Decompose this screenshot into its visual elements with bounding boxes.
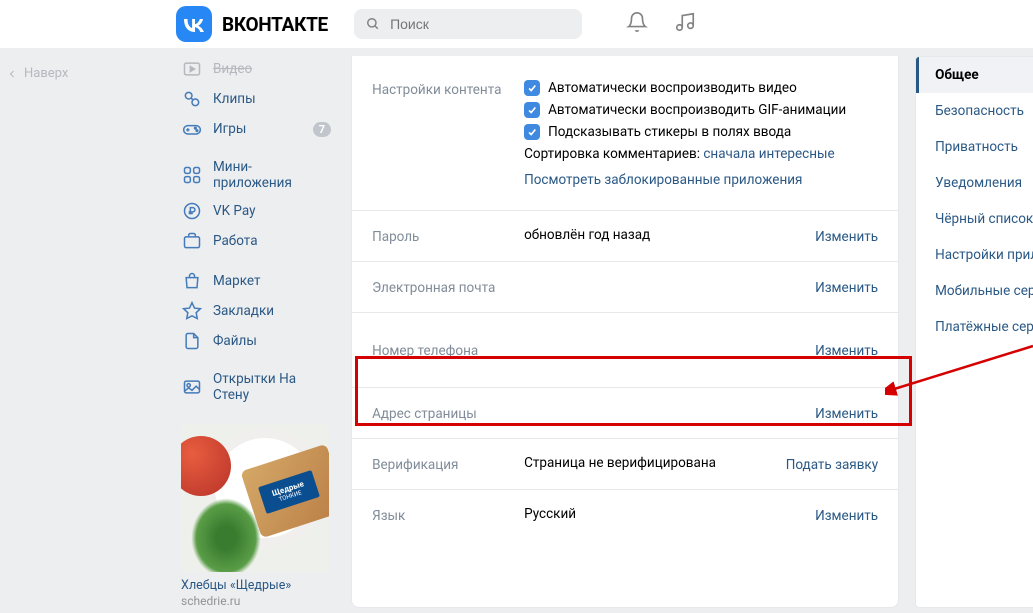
setting-label: Электронная почта <box>372 278 524 296</box>
video-icon <box>182 59 202 79</box>
star-icon <box>182 301 202 321</box>
clips-icon <box>182 89 202 109</box>
checkbox-icon <box>524 124 540 140</box>
nav-blacklist[interactable]: Чёрный список <box>916 201 1033 237</box>
brand-name: ВКОНТАКТЕ <box>222 13 328 36</box>
file-icon <box>182 331 202 351</box>
checkbox-label: Автоматически воспроизводить видео <box>548 80 797 96</box>
sidebar-item-vkpay[interactable]: VK Pay <box>176 196 335 226</box>
ad-block[interactable]: Щедрые ТОНКИЕ Хлебцы «Щедрые» schedrie.r… <box>176 424 335 608</box>
checkbox-icon <box>524 102 540 118</box>
sidebar-item-bookmarks[interactable]: Закладки <box>176 296 335 326</box>
setting-value: Русский <box>524 506 815 522</box>
sidebar-item-miniapps[interactable]: Мини-приложения <box>176 154 335 196</box>
sidebar-item-label: Видео <box>213 61 252 77</box>
checkbox-autoplay-gif[interactable]: Автоматически воспроизводить GIF-анимаци… <box>524 102 878 118</box>
setting-value: обновлён год назад <box>524 227 815 243</box>
nav-privacy[interactable]: Приватность <box>916 129 1033 165</box>
checkbox-label: Подсказывать стикеры в полях ввода <box>548 124 791 140</box>
setting-email: Электронная почта Изменить <box>352 261 898 312</box>
ad-title: Хлебцы «Щедрые» <box>181 578 330 593</box>
checkbox-sticker-hints[interactable]: Подсказывать стикеры в полях ввода <box>524 124 878 140</box>
setting-label: Настройки контента <box>372 80 524 98</box>
setting-address: Адрес страницы Изменить <box>352 387 898 438</box>
blocked-apps-link[interactable]: Посмотреть заблокированные приложения <box>524 172 802 188</box>
setting-label: Пароль <box>372 227 524 245</box>
sidebar-item-label: Файлы <box>213 333 257 349</box>
apply-link[interactable]: Подать заявку <box>786 455 878 473</box>
change-link[interactable]: Изменить <box>815 404 878 422</box>
change-link[interactable]: Изменить <box>815 341 878 359</box>
sidebar-item-label: Работа <box>213 233 258 249</box>
setting-label: Язык <box>372 506 524 524</box>
sidebar-item-label: Клипы <box>213 91 256 107</box>
sidebar-item-label: VK Pay <box>213 203 256 219</box>
back-to-top[interactable]: Наверх <box>6 66 68 81</box>
grid-icon <box>182 165 202 185</box>
nav-mobile-services[interactable]: Мобильные сервисы <box>916 273 1033 309</box>
setting-verification: Верификация Страница не верифицирована П… <box>352 438 898 489</box>
header: ВКОНТАКТЕ <box>0 0 1033 48</box>
nav-security[interactable]: Безопасность <box>916 93 1033 129</box>
gamepad-icon <box>182 119 202 139</box>
bell-icon[interactable] <box>626 11 648 37</box>
sidebar-item-video[interactable]: Видео <box>176 54 335 84</box>
settings-panel: Настройки контента Автоматически воспрои… <box>351 56 899 608</box>
sidebar-item-label: Открытки На Стену <box>213 371 329 403</box>
change-link[interactable]: Изменить <box>815 506 878 524</box>
nav-notifications[interactable]: Уведомления <box>916 165 1033 201</box>
nav-payment-services[interactable]: Платёжные сервисы <box>916 309 1033 345</box>
change-link[interactable]: Изменить <box>815 278 878 296</box>
search-input[interactable] <box>390 16 570 32</box>
settings-nav: Общее Безопасность Приватность Уведомлен… <box>915 56 1033 608</box>
setting-phone: Номер телефона Изменить <box>352 312 898 387</box>
vk-logo-icon <box>176 6 212 42</box>
logo[interactable]: ВКОНТАКТЕ <box>176 6 328 42</box>
sidebar-item-label: Маркет <box>213 273 260 289</box>
sidebar-item-clips[interactable]: Клипы <box>176 84 335 114</box>
briefcase-icon <box>182 231 202 251</box>
sidebar-item-files[interactable]: Файлы <box>176 326 335 356</box>
ruble-icon <box>182 201 202 221</box>
bag-icon <box>182 271 202 291</box>
badge: 7 <box>313 122 331 137</box>
ad-image: Щедрые ТОНКИЕ <box>181 424 329 572</box>
sort-value-link[interactable]: сначала интересные <box>703 146 834 162</box>
sort-label: Сортировка комментариев: <box>524 146 700 162</box>
card-icon <box>182 377 202 397</box>
sidebar-item-games[interactable]: Игры 7 <box>176 114 335 144</box>
setting-label: Верификация <box>372 455 524 473</box>
sidebar-item-postcards[interactable]: Открытки На Стену <box>176 366 335 408</box>
checkbox-label: Автоматически воспроизводить GIF-анимаци… <box>548 102 846 118</box>
setting-label: Номер телефона <box>372 341 524 359</box>
setting-label: Адрес страницы <box>372 404 524 422</box>
setting-value: Страница не верифицирована <box>524 455 786 471</box>
nav-app-settings[interactable]: Настройки приложений <box>916 237 1033 273</box>
left-sidebar: Видео Клипы Игры 7 Мини-приложения VK Pa… <box>176 48 335 608</box>
search-icon <box>366 16 380 32</box>
checkbox-icon <box>524 80 540 96</box>
sidebar-item-label: Мини-приложения <box>213 159 329 191</box>
setting-content: Настройки контента Автоматически воспрои… <box>352 56 898 210</box>
back-to-top-label: Наверх <box>24 66 68 81</box>
search-box[interactable] <box>354 9 582 39</box>
change-link[interactable]: Изменить <box>815 227 878 245</box>
setting-language: Язык Русский Изменить <box>352 489 898 540</box>
sidebar-item-label: Закладки <box>213 303 274 319</box>
setting-password: Пароль обновлён год назад Изменить <box>352 210 898 261</box>
sidebar-item-jobs[interactable]: Работа <box>176 226 335 256</box>
sidebar-item-label: Игры <box>213 121 246 137</box>
music-icon[interactable] <box>674 11 696 37</box>
sidebar-item-market[interactable]: Маркет <box>176 266 335 296</box>
header-actions <box>626 11 696 37</box>
ad-domain: schedrie.ru <box>181 594 330 608</box>
checkbox-autoplay-video[interactable]: Автоматически воспроизводить видео <box>524 80 878 96</box>
nav-general[interactable]: Общее <box>916 57 1033 93</box>
